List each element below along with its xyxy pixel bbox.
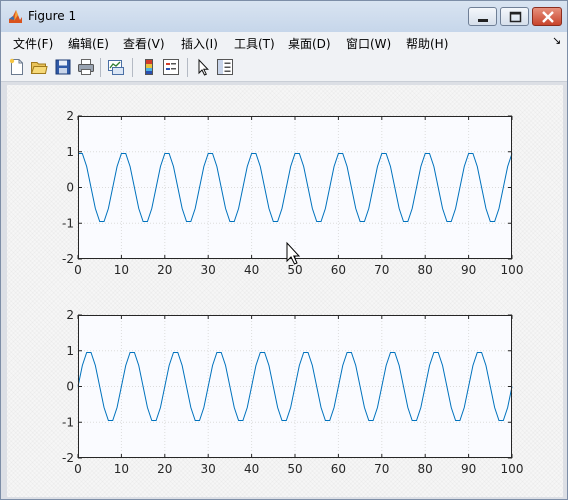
property-editor-icon[interactable] <box>216 58 234 76</box>
toolbar-separator <box>132 58 133 77</box>
toolbar-separator <box>187 58 188 77</box>
x-tick-label: 20 <box>157 462 172 476</box>
open-folder-icon[interactable] <box>30 58 48 76</box>
x-tick-label: 50 <box>287 263 302 277</box>
x-tick-label: 10 <box>114 263 129 277</box>
x-tick-label: 60 <box>331 263 346 277</box>
x-tick-label: 80 <box>418 263 433 277</box>
y-tick-label: 2 <box>66 308 74 322</box>
link-plot-icon[interactable] <box>107 58 125 76</box>
x-tick-label: 100 <box>501 263 524 277</box>
menu-tools[interactable]: 工具(T) <box>234 35 275 52</box>
y-tick-label: 2 <box>66 109 74 123</box>
y-tick-label: -1 <box>62 216 74 230</box>
menu-edit[interactable]: 编辑(E) <box>68 35 109 52</box>
y-tick-label: 1 <box>66 145 74 159</box>
menu-window[interactable]: 窗口(W) <box>346 35 391 52</box>
menu-overflow-icon[interactable]: ↘ <box>552 34 561 47</box>
close-icon <box>542 11 554 23</box>
y-tick-label: 1 <box>66 344 74 358</box>
menu-file[interactable]: 文件(F) <box>13 35 53 52</box>
y-tick-label: 0 <box>66 181 74 195</box>
y-tick-label: -2 <box>62 451 74 465</box>
figure-window: Figure 1 文件(F) 编辑(E) 查看(V) 插入(I) 工具(T) 桌… <box>0 0 568 500</box>
save-icon[interactable] <box>54 58 72 76</box>
title-bar[interactable]: Figure 1 <box>1 1 567 32</box>
x-tick-label: 10 <box>114 462 129 476</box>
new-file-icon[interactable] <box>8 58 26 76</box>
x-tick-label: 90 <box>461 263 476 277</box>
x-tick-label: 50 <box>287 462 302 476</box>
x-tick-label: 0 <box>74 263 82 277</box>
y-tick-label: -1 <box>62 415 74 429</box>
x-tick-label: 100 <box>501 462 524 476</box>
menu-insert[interactable]: 插入(I) <box>181 35 218 52</box>
menu-view[interactable]: 查看(V) <box>123 35 165 52</box>
toolbar-separator <box>100 58 101 77</box>
select-arrow-icon[interactable] <box>194 58 212 76</box>
x-tick-label: 40 <box>244 462 259 476</box>
close-button[interactable] <box>532 7 562 26</box>
x-tick-label: 30 <box>201 462 216 476</box>
matlab-logo-icon <box>8 9 23 24</box>
minimize-icon <box>478 19 488 22</box>
window-title: Figure 1 <box>28 9 77 23</box>
y-tick-label: -2 <box>62 252 74 266</box>
y-tick-label: 0 <box>66 380 74 394</box>
x-tick-label: 20 <box>157 263 172 277</box>
menu-desktop[interactable]: 桌面(D) <box>288 35 331 52</box>
x-tick-label: 60 <box>331 462 346 476</box>
minimize-button[interactable] <box>468 7 497 26</box>
x-tick-label: 40 <box>244 263 259 277</box>
colorbar-icon[interactable] <box>140 58 158 76</box>
figure-canvas[interactable]: 0 10 20 30 40 50 60 70 80 90 100 2 1 0 -1 -2 0 10 20 30 40 50… <box>7 85 563 497</box>
menu-help[interactable]: 帮助(H) <box>406 35 448 52</box>
x-tick-label: 30 <box>201 263 216 277</box>
maximize-button[interactable] <box>500 7 529 26</box>
x-tick-label: 90 <box>461 462 476 476</box>
x-tick-label: 70 <box>374 263 389 277</box>
print-icon[interactable] <box>77 58 95 76</box>
x-tick-label: 70 <box>374 462 389 476</box>
maximize-icon <box>509 11 522 23</box>
legend-icon[interactable] <box>162 58 180 76</box>
figure-plots: 0 10 20 30 40 50 60 70 80 90 100210-1-20 10 20 30 40 50… <box>62 109 524 476</box>
x-tick-label: 0 <box>74 462 82 476</box>
menu-bar: 文件(F) 编辑(E) 查看(V) 插入(I) 工具(T) 桌面(D) 窗口(W… <box>1 32 567 53</box>
x-tick-label: 80 <box>418 462 433 476</box>
toolbar <box>1 53 567 82</box>
